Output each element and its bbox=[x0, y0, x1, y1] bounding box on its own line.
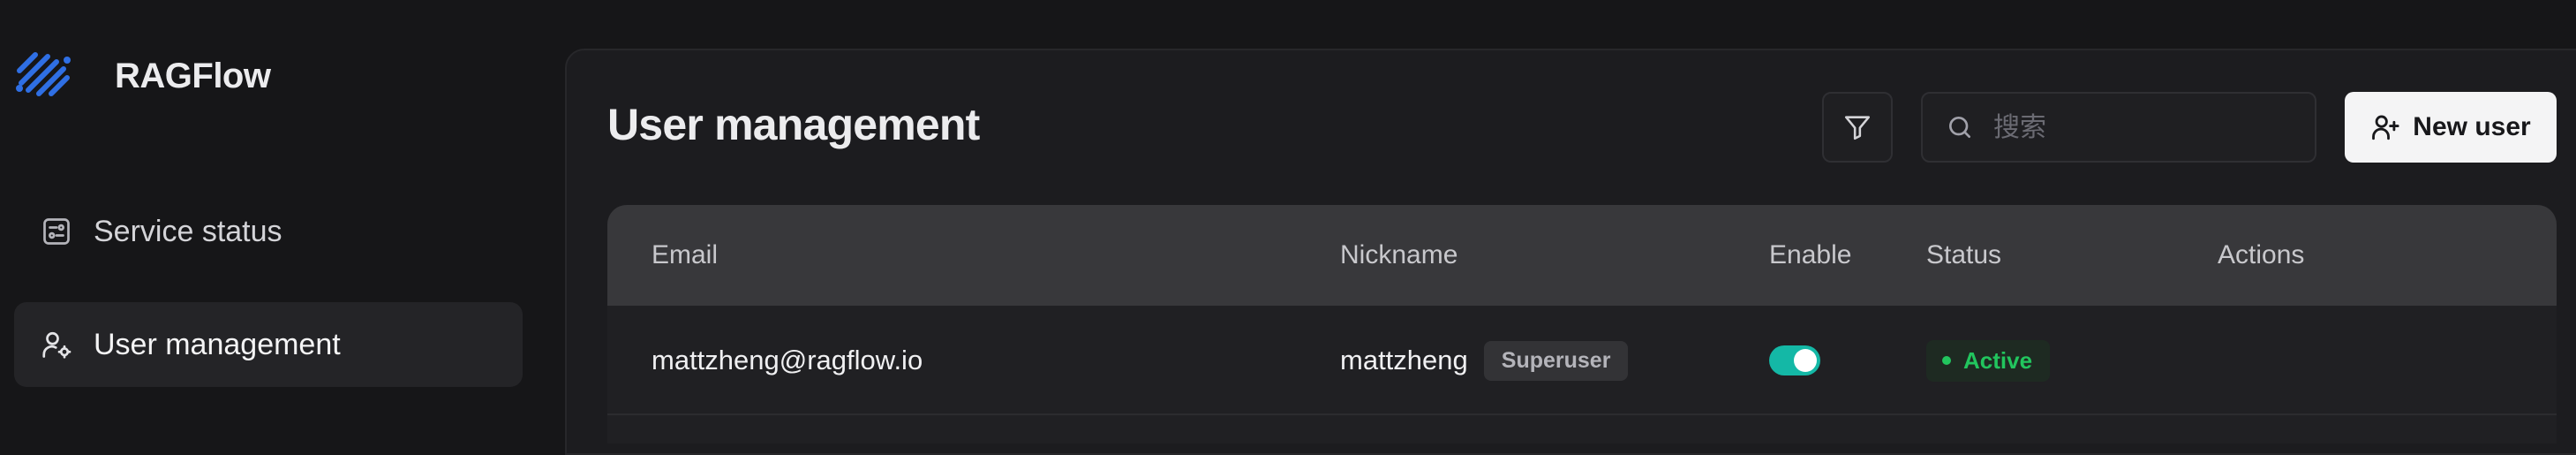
ragflow-logo-icon bbox=[16, 52, 71, 96]
column-header-email[interactable]: Email bbox=[652, 205, 718, 306]
filter-icon bbox=[1844, 116, 1871, 140]
email-cell: mattzheng@ragflow.io bbox=[652, 345, 923, 375]
filter-button[interactable] bbox=[1822, 92, 1893, 163]
table-row[interactable]: mattzheng@ragflow.io mattzheng Superuser… bbox=[607, 306, 2557, 415]
status-cell: Active bbox=[1926, 306, 2051, 415]
enable-cell bbox=[1769, 306, 1820, 415]
sidebar-item-service-status[interactable]: Service status bbox=[14, 189, 523, 274]
user-cog-icon bbox=[42, 331, 72, 359]
column-header-status[interactable]: Status bbox=[1926, 205, 2001, 306]
sidebar-item-label: User management bbox=[94, 327, 341, 361]
sidebar-item-user-management[interactable]: User management bbox=[14, 302, 523, 387]
search-input[interactable] bbox=[1992, 110, 2309, 144]
status-badge: Active bbox=[1926, 339, 2051, 382]
enable-toggle[interactable] bbox=[1769, 345, 1820, 375]
column-header-actions: Actions bbox=[2218, 240, 2305, 269]
superuser-badge: Superuser bbox=[1483, 340, 1629, 381]
status-dot-icon bbox=[1942, 356, 1951, 365]
column-header-enable[interactable]: Enable bbox=[1769, 205, 1851, 306]
nickname-cell: mattzheng Superuser bbox=[1340, 306, 1629, 415]
column-header-nickname[interactable]: Nickname bbox=[1340, 205, 1457, 306]
search-box[interactable] bbox=[1921, 92, 2316, 163]
app-name: RAGFlow bbox=[115, 56, 271, 95]
new-user-button[interactable]: New user bbox=[2345, 92, 2557, 163]
sidebar: RAGFlow Service status User management bbox=[0, 0, 565, 428]
service-status-icon bbox=[43, 218, 70, 245]
users-table: Email Nickname Enable Status Actions mat… bbox=[607, 205, 2557, 444]
brand[interactable]: RAGFlow bbox=[12, 44, 271, 108]
page-title: User management bbox=[607, 100, 980, 149]
search-icon bbox=[1949, 117, 1970, 138]
user-plus-icon bbox=[2372, 115, 2399, 140]
nickname-text: mattzheng bbox=[1340, 345, 1468, 375]
toggle-knob bbox=[1794, 349, 1817, 372]
status-text: Active bbox=[1963, 346, 2033, 374]
new-user-label: New user bbox=[2413, 112, 2531, 141]
table-header: Email Nickname Enable Status Actions bbox=[607, 205, 2557, 306]
sidebar-item-label: Service status bbox=[94, 214, 282, 248]
